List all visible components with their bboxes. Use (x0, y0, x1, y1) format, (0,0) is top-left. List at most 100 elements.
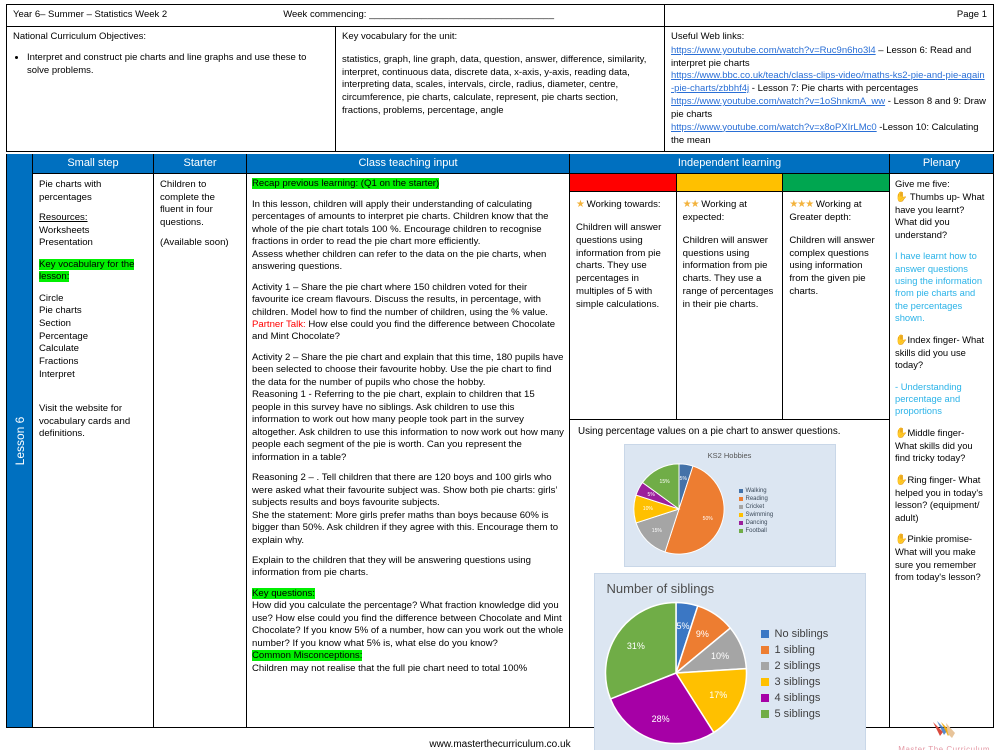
star-rating: ★ (576, 199, 585, 211)
pie-slice-label: 28% (651, 713, 670, 724)
vocab-item: Fractions (39, 355, 79, 367)
weblink-lesson10[interactable]: https://www.youtube.com/watch?v=x8oPXIrL… (671, 122, 877, 133)
lesson-sidebar: Lesson 6 (7, 154, 33, 728)
objective-item: Interpret and construct pie charts and l… (27, 52, 329, 78)
chart-number-of-siblings: Number of siblings 5% 9% 10% 17% 28% 31% No s… (593, 573, 866, 750)
misconceptions-heading: Common Misconceptions: (252, 650, 363, 662)
attainment-levels: ★ Working towards: Children will answer … (570, 192, 889, 421)
legend-label: 1 sibling (774, 643, 815, 656)
small-step-title: Pie charts with percentages (39, 179, 102, 203)
hand-icon: ✋ (895, 191, 908, 203)
column-plenary: Plenary Give me five: ✋ Thumbs up- What … (890, 154, 993, 727)
weblink-row: https://www.youtube.com/watch?v=1oShnkmA… (671, 96, 987, 122)
pie-slice-label: 31% (626, 641, 645, 652)
vocab-item: Calculate (39, 343, 79, 355)
page-number: Page 1 (664, 4, 994, 27)
teaching-header: Class teaching input (247, 154, 569, 175)
key-vocab-heading: Key vocabulary for the lesson: (39, 258, 135, 283)
lesson-plan-page: Year 6– Summer – Statistics Week 2 Week … (0, 0, 1000, 750)
hand-icon: ✋ (895, 334, 908, 346)
legend-item: Cricket (738, 504, 774, 510)
legend-swatch (738, 504, 743, 509)
page-footer: www.masterthecurriculum.co.uk Master The… (6, 721, 994, 750)
legend-item: Football (738, 527, 774, 534)
small-step-header: Small step (33, 154, 153, 175)
level-greater-depth: ★★★ Working at Greater depth: Children w… (783, 192, 889, 419)
lesson-vocab-list: Circle Pie charts Section Percentage Cal… (39, 293, 147, 382)
teaching-explain: Explain to the children that they will b… (252, 554, 531, 579)
legend-item: Reading (738, 495, 774, 502)
vocab-item: Pie charts (39, 305, 82, 317)
starter-body: Children to complete the fluent in four … (154, 174, 246, 727)
legend-item: 1 sibling (760, 643, 829, 656)
objectives-title: National Curriculum Objectives: (13, 31, 147, 42)
weblink-lesson6[interactable]: https://www.youtube.com/watch?v=Ruc9n6ho… (671, 45, 876, 56)
chart-title: KS2 Hobbies (707, 451, 752, 461)
site-url: www.masterthecurriculum.co.uk (429, 739, 571, 750)
hand-icon: ✋ (895, 474, 908, 486)
weblink-row: https://www.youtube.com/watch?v=Ruc9n6ho… (671, 45, 987, 71)
teaching-intro: In this lesson, children will apply thei… (252, 198, 549, 248)
reasoning-1: Reasoning 1 - Referring to the pie chart… (252, 389, 564, 463)
chart-title: Number of siblings (606, 581, 715, 597)
vocab-item: Percentage (39, 330, 89, 342)
legend-label: Football (745, 527, 767, 534)
hand-icon: ✋ (895, 427, 908, 439)
column-starter: Starter Children to complete the fluent … (154, 154, 247, 728)
plenary-answer: - Understanding percentage and proportio… (895, 380, 962, 417)
objectives-cell: National Curriculum Objectives: Interpre… (6, 25, 336, 153)
legend-swatch (760, 645, 769, 654)
legend-label: No siblings (774, 627, 829, 640)
column-teaching-input: Class teaching input Recap previous lear… (247, 154, 570, 728)
charts-caption: Using percentage values on a pie chart t… (578, 426, 841, 438)
recap-heading: Recap previous learning: (Q1 on the star… (252, 178, 440, 190)
teaching-body: Recap previous learning: (Q1 on the star… (247, 174, 569, 727)
reasoning-2: Reasoning 2 – . Tell children that there… (252, 472, 558, 509)
rag-green (783, 174, 890, 193)
rag-amber (676, 174, 784, 193)
chart-ks2-hobbies: KS2 Hobbies 5% 50% 15% 10% 5% 15% Walking Read… (623, 444, 836, 568)
brand-logo: Master The Curriculum (898, 720, 990, 750)
objectives-list: Interpret and construct pie charts and l… (13, 52, 329, 78)
rag-red (570, 174, 677, 193)
activity-1: Activity 1 – Share the pie chart where 1… (252, 281, 548, 318)
plenary-header: Plenary (890, 154, 993, 175)
key-questions-text: How did you calculate the percentage? Wh… (252, 600, 564, 649)
legend-item: 3 siblings (760, 675, 829, 688)
legend-swatch (738, 520, 743, 525)
pie-slice-label: 17% (709, 690, 728, 701)
key-questions-heading: Key questions: (252, 587, 315, 599)
level-text: Children will answer questions using inf… (682, 234, 774, 310)
pie-slice-label: 15% (651, 528, 662, 534)
plenary-answer: I have learnt how to answer questions us… (895, 250, 983, 324)
legend-label: Swimming (745, 511, 774, 518)
weblinks-title: Useful Web links: (671, 31, 745, 42)
pie-slice-label: 5% (679, 476, 687, 482)
legend-label: 3 siblings (774, 675, 821, 688)
chart-legend: No siblings 1 sibling 2 siblings 3 siblings… (760, 627, 829, 724)
column-independent-learning: Independent learning ★ Working towards: … (570, 154, 890, 750)
pie-slice-label: 5% (676, 620, 690, 631)
independent-header: Independent learning (570, 154, 889, 175)
misconceptions-text: Children may not realise that the full p… (252, 662, 528, 674)
weblink-lesson8-9[interactable]: https://www.youtube.com/watch?v=1oShnkmA… (671, 96, 885, 107)
legend-item: 5 siblings (760, 708, 829, 720)
legend-label: Reading (745, 495, 768, 502)
legend-swatch (738, 488, 743, 493)
vocab-item: Circle (39, 292, 64, 304)
level-text: Children will answer questions using inf… (576, 222, 662, 310)
title-row: Year 6– Summer – Statistics Week 2 Week … (6, 4, 994, 27)
starter-available: (Available soon) (160, 237, 229, 249)
level-working-at-expected: ★★ Working at expected: Children will an… (677, 192, 784, 420)
legend-item: No siblings (760, 627, 829, 640)
starter-header: Starter (154, 154, 246, 175)
plenary-intro: Give me five: (895, 178, 950, 190)
small-step-body: Pie charts with percentages Resources: W… (33, 174, 153, 727)
legend-label: Dancing (745, 519, 768, 526)
vocab-item: Section (39, 317, 71, 329)
star-rating: ★★★ (789, 199, 814, 211)
legend-swatch (738, 528, 743, 533)
pie-slice-label: 15% (659, 478, 670, 485)
column-small-step: Small step Pie charts with percentages R… (33, 154, 154, 728)
legend-item: 4 siblings (760, 692, 829, 704)
